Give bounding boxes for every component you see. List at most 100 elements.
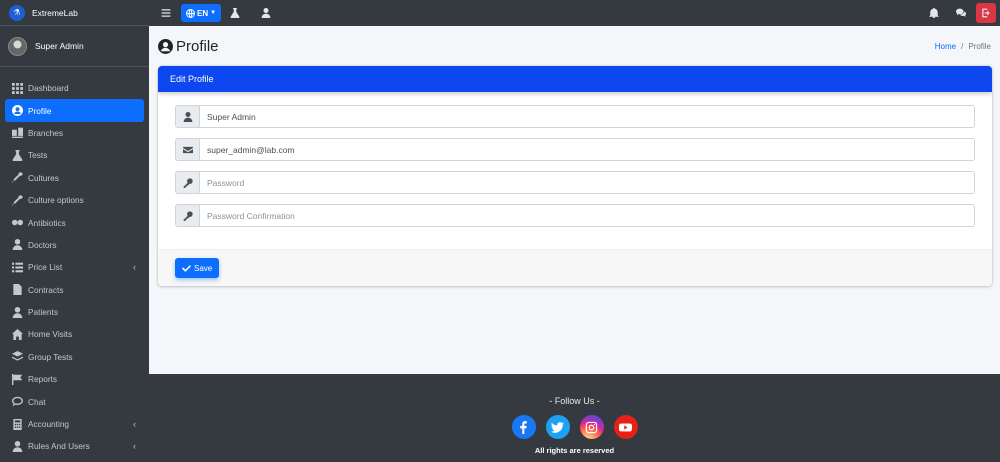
page-title: Profile	[158, 38, 219, 55]
user-panel[interactable]: Super Admin	[0, 26, 149, 67]
sidebar-item-label: Reports	[28, 374, 58, 385]
flask-icon[interactable]	[229, 3, 241, 23]
sidebar-item-label: Accounting	[28, 419, 70, 430]
envelope-icon	[176, 139, 200, 160]
twitter-icon[interactable]	[545, 415, 570, 439]
name-input-group	[175, 105, 975, 128]
sidebar-item-label: Patients	[28, 307, 58, 318]
sidebar-item-doctors[interactable]: Doctors	[5, 234, 144, 256]
comments-icon[interactable]	[955, 3, 967, 23]
sidebar-item-label: Chat	[28, 396, 46, 407]
bell-icon[interactable]	[928, 3, 940, 23]
instagram-icon[interactable]	[579, 415, 604, 439]
sidebar-item-label: Dashboard	[28, 83, 69, 94]
contract-icon	[11, 284, 23, 296]
flag-icon	[11, 373, 23, 385]
copyright-text: All rights are reserved	[534, 446, 615, 455]
language-dropdown[interactable]: EN ▼	[181, 4, 222, 22]
user-icon	[176, 106, 200, 127]
user-circle-icon	[158, 38, 173, 54]
sidebar-item-chat[interactable]: Chat	[5, 390, 144, 412]
brand[interactable]: ⚗ ExtremeLab	[0, 0, 149, 26]
home-icon	[11, 328, 23, 340]
doctor-icon	[11, 239, 23, 251]
sidebar-item-contracts[interactable]: Contracts	[5, 279, 144, 301]
sidebar-item-label: Branches	[28, 127, 64, 138]
card-header: Edit Profile	[158, 66, 992, 92]
name-input[interactable]	[200, 106, 974, 127]
sidebar-item-accounting[interactable]: Accounting ‹	[5, 413, 144, 435]
card-body	[158, 92, 992, 249]
password-confirmation-input[interactable]	[200, 205, 974, 226]
breadcrumb-separator: /	[961, 41, 964, 51]
patients-icon	[11, 306, 23, 318]
branches-icon	[11, 127, 23, 139]
caret-down-icon: ▼	[210, 10, 217, 16]
chevron-left-icon: ‹	[133, 419, 136, 430]
breadcrumb: Home / Profile	[935, 42, 991, 51]
user-icon[interactable]	[260, 3, 272, 23]
password-input[interactable]	[200, 172, 974, 193]
save-button-label: Save	[194, 263, 213, 273]
list-icon	[11, 261, 23, 273]
sidebar-item-culture-options[interactable]: Culture options	[5, 189, 144, 211]
sidebar-item-label: Contracts	[28, 284, 64, 295]
facebook-icon[interactable]	[511, 415, 536, 439]
sidebar-item-dashboard[interactable]: Dashboard	[5, 77, 144, 99]
youtube-icon[interactable]	[613, 415, 638, 439]
sidebar-item-label: Group Tests	[28, 351, 73, 362]
hamburger-menu-icon[interactable]	[159, 3, 173, 23]
sidebar-item-profile[interactable]: Profile	[5, 99, 144, 122]
sidebar-item-label: Doctors	[28, 239, 57, 250]
card-footer: Save	[158, 249, 992, 286]
sidebar-item-label: Antibiotics	[28, 217, 66, 228]
sidebar-item-label: Culture options	[28, 195, 84, 206]
footer: - Follow Us - All rights are reserved	[149, 374, 1000, 462]
sign-out-icon	[982, 8, 990, 18]
sidebar-item-antibiotics[interactable]: Antibiotics	[5, 211, 144, 233]
user-name: Super Admin	[35, 41, 84, 51]
logout-button[interactable]	[976, 3, 996, 23]
avatar	[8, 36, 27, 56]
sidebar-item-cultures[interactable]: Cultures	[5, 167, 144, 189]
password-confirmation-input-group	[175, 204, 975, 227]
users-icon	[11, 440, 23, 452]
sidebar-item-patients[interactable]: Patients	[5, 301, 144, 323]
user-circle-icon	[11, 105, 23, 117]
sidebar-item-label: Home Visits	[28, 329, 73, 340]
calculator-icon	[11, 418, 23, 430]
sidebar-item-label: Rules And Users	[28, 441, 90, 452]
page-title-text: Profile	[176, 37, 219, 55]
top-navbar: EN ▼	[149, 0, 1000, 26]
sidebar-item-tests[interactable]: Tests	[5, 144, 144, 166]
chat-icon	[11, 396, 23, 408]
sidebar: ⚗ ExtremeLab Super Admin Dashboard Profi…	[0, 0, 149, 462]
sidebar-item-label: Profile	[28, 105, 52, 116]
sidebar-item-price-list[interactable]: Price List ‹	[5, 256, 144, 278]
sidebar-item-branches[interactable]: Branches	[5, 122, 144, 144]
breadcrumb-home-link[interactable]: Home	[935, 42, 956, 51]
sidebar-item-rules-and-users[interactable]: Rules And Users ‹	[5, 435, 144, 457]
email-input[interactable]	[200, 139, 974, 160]
social-links	[149, 415, 1000, 439]
check-icon	[182, 264, 191, 272]
lab-logo-icon: ⚗	[9, 4, 25, 21]
breadcrumb-current: Profile	[968, 41, 991, 51]
page-header: Profile Home / Profile	[149, 26, 1000, 66]
sidebar-item-reports[interactable]: Reports	[5, 368, 144, 390]
key-icon	[176, 172, 200, 193]
eyedropper-icon	[11, 194, 23, 206]
language-label: EN	[197, 8, 209, 18]
save-button[interactable]: Save	[175, 258, 220, 278]
brand-name: ExtremeLab	[32, 7, 78, 18]
password-input-group	[175, 171, 975, 194]
follow-us-text: - Follow Us -	[549, 396, 600, 406]
sidebar-item-label: Cultures	[28, 172, 59, 183]
key-icon	[176, 205, 200, 226]
sidebar-item-group-tests[interactable]: Group Tests	[5, 346, 144, 368]
flask-icon	[11, 149, 23, 161]
email-input-group	[175, 138, 975, 161]
sidebar-item-home-visits[interactable]: Home Visits	[5, 323, 144, 345]
sidebar-nav: Dashboard Profile Branches Tests Culture…	[0, 77, 149, 458]
edit-profile-card: Edit Profile Save	[158, 66, 992, 286]
